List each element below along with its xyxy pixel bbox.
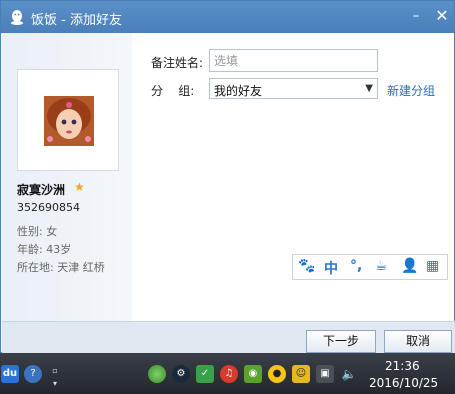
restore-icon[interactable]: ▫ [50, 362, 60, 375]
netease-music-icon[interactable]: ♫ [220, 365, 238, 383]
group-label: 分 组: [151, 84, 195, 98]
ime-chinese-mode-icon[interactable]: 中 [324, 258, 338, 278]
qq-penguin-icon [11, 10, 23, 25]
age-info: 年龄: 43岁 [17, 243, 72, 256]
remark-name-label: 备注姓名: [151, 56, 204, 70]
ime-cup-icon[interactable]: ☕ [375, 258, 388, 274]
ime-grid-icon[interactable]: ▦ [426, 258, 439, 274]
clock-time[interactable]: 21:36 [385, 359, 420, 373]
cancel-button[interactable]: 取消 [384, 330, 452, 353]
baidu-du-icon[interactable]: du [1, 365, 19, 383]
nickname: 寂寞沙洲 [17, 183, 66, 197]
people-icon[interactable]: ☺ [292, 365, 310, 383]
group-select-value: 我的好友 [214, 84, 263, 98]
add-friend-window: 饭饭 - 添加好友 – ✕ 寂寞沙洲 ★ 352690854 性别: 女 年龄:… [0, 0, 455, 354]
qq-tray-icon[interactable]: ● [268, 365, 286, 383]
gender-info: 性别: 女 [17, 225, 58, 238]
qq-number: 352690854 [17, 201, 80, 214]
new-group-link[interactable]: 新建分组 [387, 82, 435, 99]
help-icon[interactable]: ? [24, 365, 42, 383]
star-icon: ★ [74, 180, 85, 194]
title-bar[interactable]: 饭饭 - 添加好友 – ✕ [1, 1, 454, 33]
group-select[interactable]: 我的好友 ▼ [209, 78, 378, 99]
shield-icon[interactable]: ✓ [196, 365, 214, 383]
browser-icon[interactable] [148, 365, 166, 383]
dialog-footer: 下一步 取消 [2, 321, 455, 354]
location-info: 所在地: 天津 红桥 [17, 261, 105, 274]
volume-icon[interactable]: 🔈 [340, 365, 358, 383]
ime-user-icon[interactable]: 👤 [401, 258, 418, 274]
steam-icon[interactable]: ⚙ [172, 365, 190, 383]
ime-toolbar: 🐾 中 °, ☕ 👤 ▦ [292, 254, 448, 280]
ime-paw-icon[interactable]: 🐾 [298, 258, 315, 274]
ime-punctuation-icon[interactable]: °, [350, 258, 362, 274]
dropdown-arrow-icon: ▼ [365, 83, 373, 94]
avatar[interactable] [44, 96, 94, 146]
profile-panel: 寂寞沙洲 ★ 352690854 性别: 女 年龄: 43岁 所在地: 天津 红… [2, 33, 132, 321]
nvidia-icon[interactable]: ◉ [244, 365, 262, 383]
next-button[interactable]: 下一步 [306, 330, 376, 353]
network-icon[interactable]: ▣ [316, 365, 334, 383]
close-button[interactable]: ✕ [431, 5, 453, 27]
minimize-button[interactable]: – [405, 5, 427, 27]
window-title: 饭饭 - 添加好友 [31, 13, 122, 28]
clock-date[interactable]: 2016/10/25 [369, 376, 438, 390]
arrow-down-icon[interactable]: ▾ [50, 375, 60, 388]
remark-name-input[interactable] [209, 49, 378, 72]
taskbar: du ? ▫ ▾ ⚙ ✓ ♫ ◉ ● ☺ ▣ 🔈 21:36 2016/10/2… [0, 353, 455, 394]
avatar-card [17, 69, 119, 171]
